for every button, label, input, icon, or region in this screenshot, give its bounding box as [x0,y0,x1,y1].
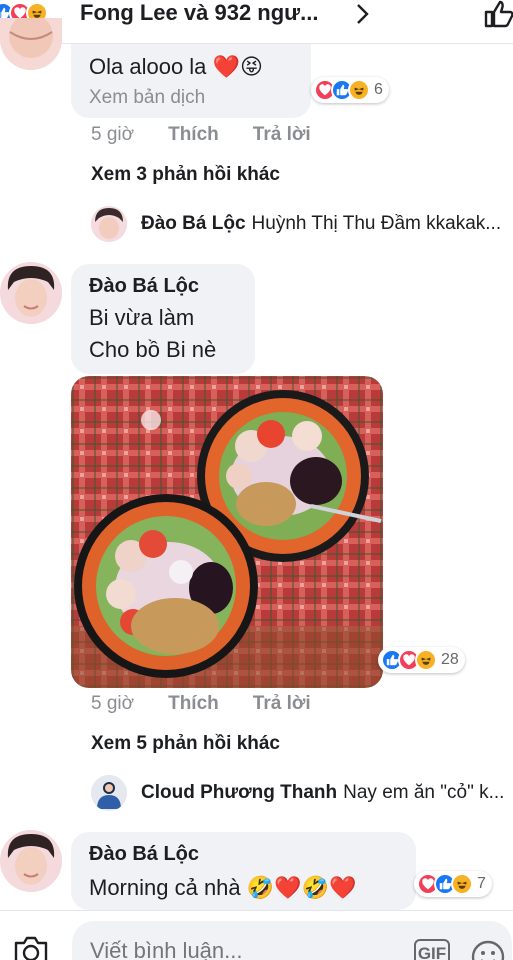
post-header: Fong Lee và 932 ngư... [0,0,513,44]
reply-preview[interactable]: Cloud Phương Thanh Nay em ăn "cỏ" k... [91,775,504,811]
comment-text-line: Bi vừa làm [89,305,195,330]
view-more-replies-link[interactable]: Xem 5 phản hồi khác [91,733,280,755]
comment-author[interactable]: Đào Bá Lộc [89,843,199,866]
comment-time: 5 giờ [91,124,135,145]
avatar [91,206,127,242]
comment-bubble[interactable]: Đào Bá Lộc Bi vừa làm Cho bồ Bi nè [71,264,255,374]
comment-text: Ola alooo la ❤️😝 [89,54,263,79]
haha-reaction-icon [451,873,473,895]
view-more-replies-link[interactable]: Xem 3 phản hồi khác [91,164,280,186]
comment-input[interactable] [90,938,390,960]
see-translation-link[interactable]: Xem bản dịch [89,87,205,109]
reply-button[interactable]: Trả lời [253,693,311,715]
reaction-count: 7 [477,875,486,892]
reply-author[interactable]: Đào Bá Lộc [141,213,246,235]
reaction-count: 6 [374,81,383,98]
comment-actions: 5 giờ Thích Trả lời [91,693,311,715]
reply-author[interactable]: Cloud Phương Thanh [141,782,337,804]
avatar [91,775,127,811]
comment-reactions-badge[interactable]: 6 [311,77,389,103]
avatar[interactable] [0,18,62,70]
reply-text: Huỳnh Thị Thu Đầm kkakak... [251,213,502,234]
reply-text: Nay em ăn "cỏ" k... [343,782,505,803]
comment-composer: GIF [0,910,513,960]
reply-button[interactable]: Trả lời [253,124,311,146]
like-button[interactable]: Thích [168,124,219,146]
comment-bubble[interactable]: Đào Bá Lộc Morning cả nhà 🤣❤️🤣❤️ [71,832,416,910]
camera-icon[interactable] [12,935,50,960]
laugh-love-emoji: 🤣❤️🤣❤️ [246,875,357,900]
comment-text: Morning cả nhà 🤣❤️🤣❤️ [89,875,357,900]
comment-reactions-badge[interactable]: 7 [414,871,492,897]
comment-actions: 5 giờ Thích Trả lời [91,124,311,146]
reply-preview[interactable]: Đào Bá Lộc Huỳnh Thị Thu Đầm kkakak... [91,206,501,242]
comment-reactions-badge[interactable]: 28 [378,647,465,673]
reactions-summary[interactable]: Fong Lee và 932 ngư... [80,0,318,26]
like-icon[interactable] [482,0,513,28]
haha-reaction-icon [348,79,370,101]
haha-reaction-icon [415,649,437,671]
like-button[interactable]: Thích [168,693,219,715]
love-haha-emoji: ❤️😝 [212,54,263,79]
gif-button[interactable]: GIF [414,939,450,960]
avatar[interactable] [0,262,62,324]
attached-photo[interactable] [71,376,383,688]
comment-bubble[interactable]: Ola alooo la ❤️😝 Xem bản dịch [71,44,311,118]
comment-time: 5 giờ [91,693,135,714]
comment-input-box[interactable]: GIF [72,921,512,960]
chevron-right-icon[interactable] [350,2,374,26]
comment-text-line: Cho bồ Bi nè [89,337,217,362]
avatar[interactable] [0,830,62,892]
comment-author[interactable]: Đào Bá Lộc [89,275,199,298]
reaction-count: 28 [441,651,459,668]
emoji-icon[interactable] [470,939,506,960]
